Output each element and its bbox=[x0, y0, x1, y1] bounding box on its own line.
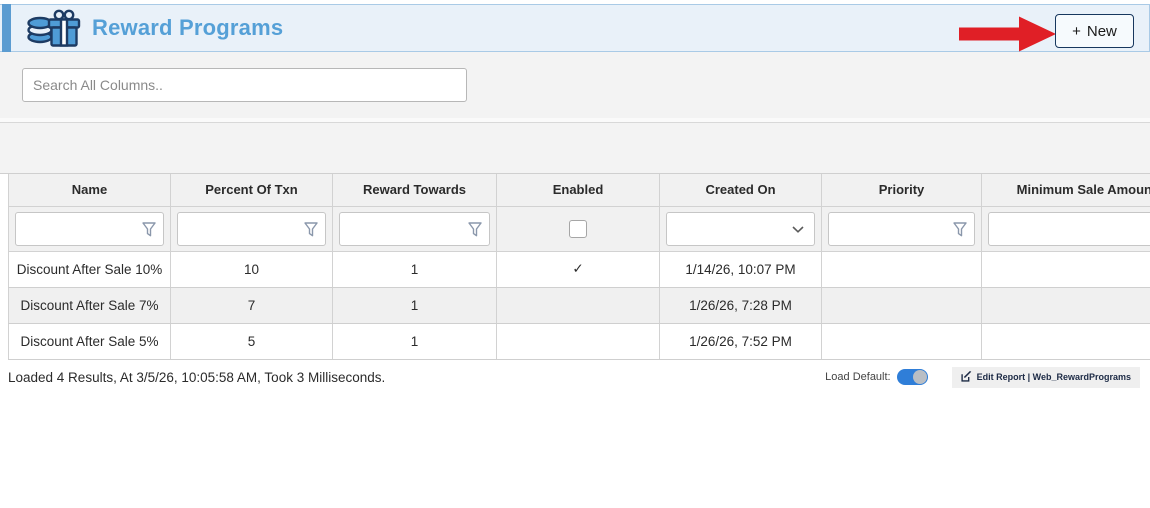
column-header-minimum-sale-amount[interactable]: Minimum Sale Amount bbox=[982, 174, 1150, 206]
status-text: Loaded 4 Results, At 3/5/26, 10:05:58 AM… bbox=[8, 370, 825, 385]
column-header-priority[interactable]: Priority bbox=[822, 174, 982, 206]
enabled-filter-checkbox[interactable] bbox=[569, 220, 587, 238]
filter-cell-reward-towards bbox=[333, 206, 497, 251]
filter-cell-created-on bbox=[660, 206, 822, 251]
filter-funnel-icon[interactable] bbox=[468, 222, 482, 242]
toolbar-band bbox=[0, 122, 1150, 174]
rewards-gift-coins-icon bbox=[26, 8, 84, 48]
cell-percent-of-txn: 7 bbox=[171, 287, 333, 323]
column-header-reward-towards[interactable]: Reward Towards bbox=[333, 174, 497, 206]
page-title: Reward Programs bbox=[92, 15, 283, 41]
new-button-label: New bbox=[1087, 23, 1117, 40]
edit-report-label: Edit Report | Web_RewardPrograms bbox=[977, 372, 1131, 382]
cell-created-on: 1/26/26, 7:28 PM bbox=[660, 287, 822, 323]
header-row: NamePercent Of TxnReward TowardsEnabledC… bbox=[9, 174, 1150, 206]
search-input[interactable] bbox=[22, 68, 467, 102]
cell-enabled: ✓ bbox=[497, 251, 660, 287]
table-row[interactable]: Discount After Sale 10%101✓1/14/26, 10:0… bbox=[9, 251, 1150, 287]
table-body: Discount After Sale 10%101✓1/14/26, 10:0… bbox=[9, 251, 1150, 359]
filter-cell-name bbox=[9, 206, 171, 251]
red-arrow-annotation bbox=[959, 15, 1059, 58]
filter-cell-priority bbox=[822, 206, 982, 251]
edit-pencil-icon bbox=[961, 371, 972, 384]
cell-name: Discount After Sale 5% bbox=[9, 323, 171, 359]
created-on-filter-select[interactable] bbox=[666, 212, 815, 246]
load-default-toggle[interactable] bbox=[897, 369, 928, 385]
filter-cell-enabled bbox=[497, 206, 660, 251]
cell-enabled bbox=[497, 287, 660, 323]
column-header-created-on[interactable]: Created On bbox=[660, 174, 822, 206]
cell-percent-of-txn: 5 bbox=[171, 323, 333, 359]
cell-reward-towards: 1 bbox=[333, 287, 497, 323]
column-header-name[interactable]: Name bbox=[9, 174, 171, 206]
header-accent-bar bbox=[2, 4, 11, 52]
cell-name: Discount After Sale 10% bbox=[9, 251, 171, 287]
cell-priority bbox=[822, 251, 982, 287]
filter-cell-percent-of-txn bbox=[171, 206, 333, 251]
grid-container: NamePercent Of TxnReward TowardsEnabledC… bbox=[8, 174, 1150, 360]
cell-priority bbox=[822, 323, 982, 359]
chevron-down-icon bbox=[792, 220, 804, 238]
table-row[interactable]: Discount After Sale 5%51 1/26/26, 7:52 PM bbox=[9, 323, 1150, 359]
cell-minimum-sale-amount bbox=[982, 251, 1150, 287]
edit-report-link[interactable]: Edit Report | Web_RewardPrograms bbox=[952, 367, 1140, 388]
load-default-label: Load Default: bbox=[825, 371, 890, 383]
page-header: Reward Programs + New bbox=[0, 4, 1150, 52]
cell-created-on: 1/26/26, 7:52 PM bbox=[660, 323, 822, 359]
minimum-sale-amount-filter-input[interactable] bbox=[988, 212, 1150, 246]
table-head: NamePercent Of TxnReward TowardsEnabledC… bbox=[9, 174, 1150, 251]
cell-percent-of-txn: 10 bbox=[171, 251, 333, 287]
filter-row bbox=[9, 206, 1150, 251]
cell-priority bbox=[822, 287, 982, 323]
new-button[interactable]: + New bbox=[1055, 14, 1134, 48]
table-row[interactable]: Discount After Sale 7%71 1/26/26, 7:28 PM bbox=[9, 287, 1150, 323]
cell-created-on: 1/14/26, 10:07 PM bbox=[660, 251, 822, 287]
cell-minimum-sale-amount bbox=[982, 287, 1150, 323]
cell-reward-towards: 1 bbox=[333, 323, 497, 359]
plus-icon: + bbox=[1072, 23, 1081, 40]
filter-funnel-icon[interactable] bbox=[953, 222, 967, 242]
cell-name: Discount After Sale 7% bbox=[9, 287, 171, 323]
filter-cell-minimum-sale-amount bbox=[982, 206, 1150, 251]
toggle-knob bbox=[913, 370, 927, 384]
cell-reward-towards: 1 bbox=[333, 251, 497, 287]
cell-enabled bbox=[497, 323, 660, 359]
reward-programs-table: NamePercent Of TxnReward TowardsEnabledC… bbox=[8, 174, 1150, 360]
cell-minimum-sale-amount bbox=[982, 323, 1150, 359]
grid-footer: Loaded 4 Results, At 3/5/26, 10:05:58 AM… bbox=[0, 360, 1150, 388]
column-header-enabled[interactable]: Enabled bbox=[497, 174, 660, 206]
column-header-percent-of-txn[interactable]: Percent Of Txn bbox=[171, 174, 333, 206]
filter-funnel-icon[interactable] bbox=[142, 222, 156, 242]
filter-funnel-icon[interactable] bbox=[304, 222, 318, 242]
search-section bbox=[0, 52, 1150, 118]
